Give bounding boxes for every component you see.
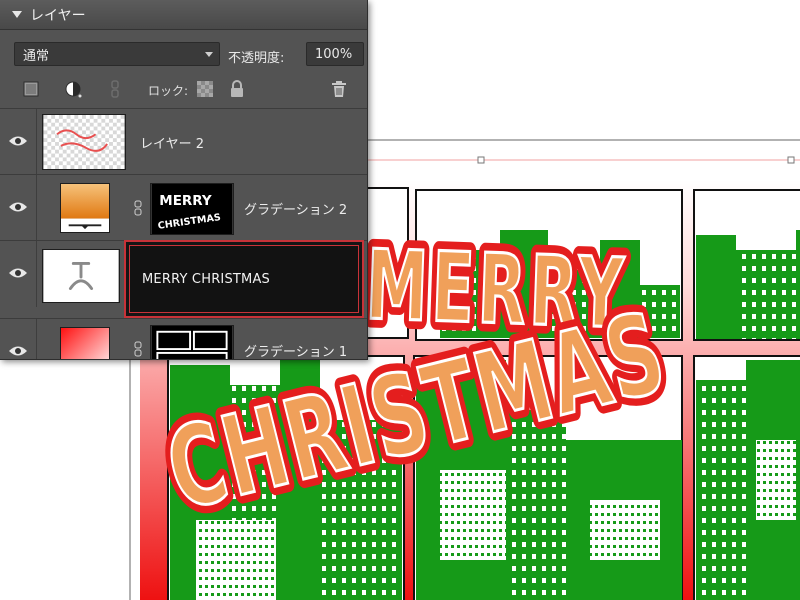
trash-icon[interactable] <box>330 80 348 98</box>
visibility-divider <box>36 109 37 175</box>
layer-name[interactable]: グラデーション 1 <box>244 341 347 359</box>
layer-name[interactable]: グラデーション 2 <box>244 199 347 218</box>
lock-all-icon[interactable] <box>228 80 246 98</box>
panel-title: レイヤー <box>30 7 86 24</box>
transform-handle-top-right[interactable] <box>787 156 795 164</box>
layer-row-gradient-2[interactable]: MERRY CHRISTMAS グラデーション 2 <box>0 174 367 241</box>
blend-mode-value: 通常 <box>23 48 50 64</box>
eye-icon[interactable] <box>8 134 28 148</box>
gradient-fill-thumbnail <box>60 327 110 359</box>
visibility-divider <box>36 319 37 359</box>
visibility-divider <box>36 241 37 307</box>
blend-row: 通常 不透明度: 100% <box>0 40 367 70</box>
layer-row-layer-2[interactable]: レイヤー 2 <box>0 108 367 175</box>
layer-name[interactable]: レイヤー 2 <box>140 133 204 152</box>
layers-panel-header[interactable]: レイヤー <box>0 0 367 30</box>
layer-name-editor[interactable]: MERRY CHRISTMAS <box>124 240 364 318</box>
layer-row-gradient-1[interactable]: グラデーション 1 <box>0 318 367 359</box>
transform-handle-top[interactable] <box>477 156 485 164</box>
workspace: MERRY MERRY CHRISTMAS CHRISTMAS レイヤー 通常 … <box>0 0 800 600</box>
new-layer-icon[interactable] <box>22 80 40 98</box>
gradient-fill-thumbnail <box>60 183 110 233</box>
layers-panel: レイヤー 通常 不透明度: 100% ロック: レイヤー 2 MERRY CHR… <box>0 0 368 360</box>
lock-transparency-icon[interactable] <box>196 80 214 98</box>
layer-tool-row: ロック: <box>0 76 367 104</box>
eye-icon[interactable] <box>8 200 28 214</box>
eye-icon[interactable] <box>8 266 28 280</box>
layer-thumbnail <box>42 114 126 170</box>
opacity-label: 不透明度: <box>228 51 285 66</box>
adjustment-layer-icon[interactable] <box>64 80 82 98</box>
chevron-down-icon <box>205 52 213 57</box>
blend-mode-select[interactable]: 通常 <box>14 42 220 66</box>
layer-mask-thumbnail <box>150 325 234 359</box>
collapse-arrow-icon[interactable] <box>12 11 22 18</box>
layer-name-input[interactable]: MERRY CHRISTMAS <box>129 245 359 313</box>
link-icon[interactable] <box>106 80 124 98</box>
visibility-divider <box>36 175 37 241</box>
mask-thumb-line1: MERRY <box>159 194 212 209</box>
layer-mask-thumbnail: MERRY CHRISTMAS <box>150 183 234 235</box>
chain-icon[interactable] <box>134 200 142 216</box>
eye-icon[interactable] <box>8 344 28 358</box>
chain-icon[interactable] <box>134 341 142 357</box>
text-layer-thumbnail <box>42 249 120 303</box>
opacity-input[interactable]: 100% <box>306 42 364 66</box>
lock-label: ロック: <box>148 84 189 98</box>
